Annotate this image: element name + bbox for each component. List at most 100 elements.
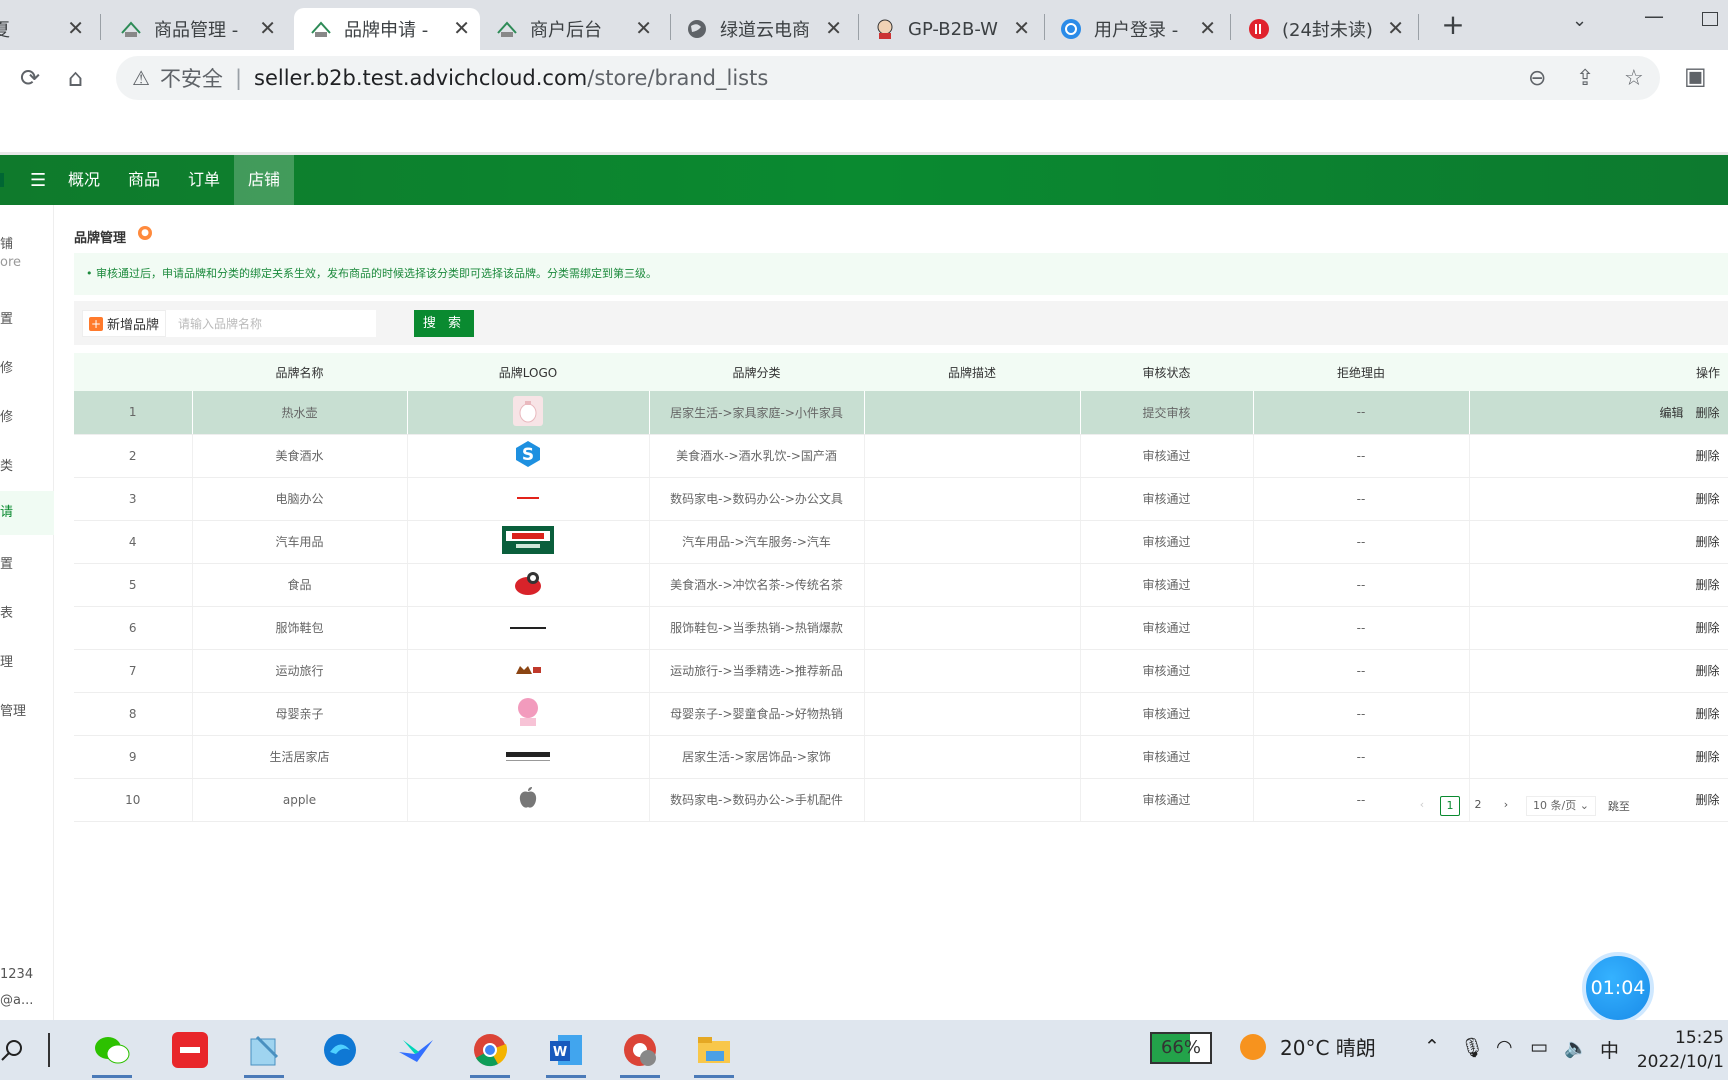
page-2[interactable]: 2 (1468, 796, 1488, 816)
sidebar-item[interactable]: 修 (0, 357, 54, 376)
close-icon[interactable]: ✕ (635, 16, 652, 40)
edit-button[interactable]: 编辑 (1659, 406, 1683, 420)
row-status: 审核通过 (1080, 520, 1254, 564)
delete-button[interactable]: 删除 (1695, 793, 1719, 807)
chrome-icon[interactable] (468, 1028, 512, 1078)
sidebar-item[interactable]: 铺 (0, 233, 54, 252)
ime-indicator[interactable]: 中 (1600, 1036, 1619, 1063)
volume-icon[interactable]: 🔈 (1564, 1036, 1588, 1059)
microphone-icon[interactable]: 🎙 (1460, 1036, 1484, 1059)
new-tab-button[interactable]: + (1438, 8, 1468, 41)
close-icon[interactable]: ✕ (453, 16, 470, 40)
wifi-icon[interactable]: ◠ (1496, 1036, 1513, 1058)
reload-icon[interactable]: ⟳ (20, 64, 40, 92)
add-brand-button[interactable]: + 新增品牌 (82, 310, 167, 337)
notepad-icon[interactable] (242, 1028, 286, 1078)
sidebar-item[interactable]: 置 (0, 553, 54, 572)
row-category: 美食酒水->酒水乳饮->国产酒 (649, 434, 865, 478)
row-name: 服饰鞋包 (192, 606, 408, 650)
table-row[interactable]: 9 生活居家店 居家生活->家居饰品->家饰 审核通过 -- 删除 (74, 735, 1728, 779)
sidebar-item[interactable]: 管理 (0, 700, 54, 719)
chevron-up-icon[interactable]: ⌃ (1424, 1036, 1440, 1058)
close-icon[interactable]: ✕ (825, 16, 842, 40)
delete-button[interactable]: 删除 (1695, 707, 1719, 721)
tab-7[interactable]: (24封未读) ✕ (1248, 8, 1414, 50)
weather-widget[interactable]: 20°C 晴朗 (1240, 1032, 1376, 1061)
sidebar-item[interactable]: 类 (0, 455, 54, 474)
delete-button[interactable]: 删除 (1695, 449, 1719, 463)
sidebar-item: ore (0, 255, 22, 270)
battery-icon[interactable]: ▭ (1530, 1036, 1548, 1058)
nav-store[interactable]: 店铺 (234, 155, 295, 205)
side-panel-icon[interactable]: ▣ (1684, 62, 1707, 90)
delete-button[interactable]: 删除 (1695, 621, 1719, 635)
prev-page-icon[interactable]: ‹ (1412, 796, 1432, 816)
tab-2[interactable]: 品牌申请 - ✕ (294, 8, 480, 50)
sidebar-item[interactable]: 理 (0, 651, 54, 670)
nav-overview[interactable]: 概况 (54, 155, 114, 205)
page-size-select[interactable]: 10 条/页 ⌄ (1526, 796, 1596, 816)
home-icon[interactable]: ⌂ (68, 64, 83, 92)
row-category: 服饰鞋包->当季热销->热销爆款 (649, 606, 865, 650)
table-row[interactable]: 6 服饰鞋包 服饰鞋包->当季热销->热销爆款 审核通过 -- 删除 (74, 606, 1728, 650)
nav-orders[interactable]: 订单 (174, 155, 234, 205)
tab-5[interactable]: GP-B2B-W ✕ (874, 8, 1040, 50)
sidebar-item[interactable]: 修 (0, 406, 54, 425)
close-icon[interactable]: ✕ (1199, 16, 1216, 40)
next-page-icon[interactable]: › (1496, 796, 1516, 816)
col-header-reason: 拒绝理由 (1253, 353, 1469, 391)
table-row[interactable]: 2 美食酒水 S 美食酒水->酒水乳饮->国产酒 审核通过 -- 删除 (74, 434, 1728, 478)
row-no: 10 (74, 778, 193, 822)
table-row[interactable]: 7 运动旅行 运动旅行->当季精选->推荐新品 审核通过 -- 删除 (74, 649, 1728, 693)
youdao-icon[interactable] (168, 1028, 212, 1072)
delete-button[interactable]: 删除 (1695, 492, 1719, 506)
recording-timer[interactable]: 01:04 (1582, 952, 1654, 1024)
restore-icon[interactable] (1702, 12, 1718, 26)
minimize-icon[interactable]: — (1644, 4, 1664, 28)
tab-3[interactable]: 商户后台 ✕ (496, 8, 662, 50)
sidebar-item-brand-apply[interactable]: 请 (0, 491, 54, 535)
table-row[interactable]: 4 汽车用品 汽车用品->汽车服务->汽车 审核通过 -- 删除 (74, 520, 1728, 564)
address-bar[interactable]: ⚠ 不安全 | seller.b2b.test.advichcloud.com … (116, 56, 1660, 100)
swirl-icon (1060, 18, 1082, 40)
table-row[interactable]: 5 食品 美食酒水->冲饮名茶->传统名茶 审核通过 -- 删除 (74, 563, 1728, 607)
menu-toggle-icon[interactable]: ☰ (30, 170, 46, 191)
sidebar-item[interactable]: 置 (0, 308, 54, 327)
close-icon[interactable]: ✕ (67, 16, 84, 40)
zoom-icon[interactable]: ⊖ (1528, 66, 1546, 91)
close-icon[interactable]: ✕ (1387, 16, 1404, 40)
tab-6[interactable]: 用户登录 - ✕ (1060, 8, 1226, 50)
delete-button[interactable]: 删除 (1695, 406, 1719, 420)
clock[interactable]: 15:25 2022/10/1 (1634, 1026, 1724, 1074)
sidebar-item[interactable]: 表 (0, 602, 54, 621)
share-icon[interactable]: ⇪ (1576, 66, 1594, 91)
delete-button[interactable]: 删除 (1695, 578, 1719, 592)
tab-1[interactable]: 商品管理 - ✕ (120, 8, 286, 50)
page-1[interactable]: 1 (1440, 796, 1460, 816)
close-icon[interactable]: ✕ (1013, 16, 1030, 40)
search-button[interactable]: 搜 索 (414, 310, 474, 337)
search-icon[interactable] (0, 1028, 34, 1072)
tab-0[interactable]: 夏 ✕ (0, 8, 94, 50)
bookmark-star-icon[interactable]: ☆ (1624, 66, 1644, 91)
table-row[interactable]: 3 电脑办公 数码家电->数码办公->办公文具 审核通过 -- 删除 (74, 477, 1728, 521)
brand-search-input[interactable] (166, 310, 376, 337)
tab-4[interactable]: 绿道云电商 ✕ (686, 8, 852, 50)
edge-icon[interactable] (318, 1028, 362, 1072)
delete-button[interactable]: 删除 (1695, 664, 1719, 678)
feishu-icon[interactable] (394, 1028, 438, 1072)
chrome-profile-icon[interactable] (618, 1028, 662, 1078)
tab-search-chevron-icon[interactable]: ⌄ (1572, 10, 1587, 31)
file-explorer-icon[interactable] (692, 1028, 736, 1078)
nav-products[interactable]: 商品 (114, 155, 174, 205)
close-icon[interactable]: ✕ (259, 16, 276, 40)
jenkins-icon (874, 18, 896, 40)
delete-button[interactable]: 删除 (1695, 535, 1719, 549)
table-row[interactable]: 8 母婴亲子 母婴亲子->婴童食品->好物热销 审核通过 -- 删除 (74, 692, 1728, 736)
table-row[interactable]: 1 热水壶 居家生活->家具家庭->小件家具 提交审核 -- 编辑 删除 (74, 391, 1728, 435)
browser-toolbar: ⟳ ⌂ ⚠ 不安全 | seller.b2b.test.advichcloud.… (0, 50, 1728, 106)
delete-button[interactable]: 删除 (1695, 750, 1719, 764)
battery-indicator[interactable]: 66% (1150, 1032, 1212, 1064)
wechat-icon[interactable] (90, 1028, 134, 1078)
word-icon[interactable]: W (544, 1028, 588, 1078)
